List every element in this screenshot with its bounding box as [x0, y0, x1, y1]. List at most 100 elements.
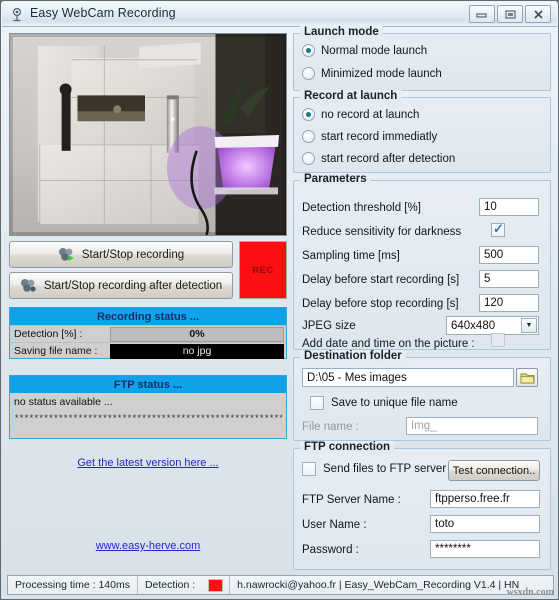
- jpeg-size-row: JPEG size: [302, 317, 356, 335]
- camera-play-icon: [58, 247, 75, 262]
- reduce-sensitivity-label: Reduce sensitivity for darkness: [302, 226, 462, 238]
- radio-record-after-detection-label: start record after detection: [321, 152, 456, 165]
- file-name-row: File name :: [302, 418, 359, 436]
- rec-indicator: REC: [239, 241, 287, 299]
- start-stop-after-detection-button[interactable]: Start/Stop recording after detection: [9, 272, 233, 299]
- recording-status-header: Recording status ...: [10, 308, 286, 325]
- detection-status-indicator: [208, 578, 224, 592]
- delay-before-start-input[interactable]: 5: [479, 270, 539, 288]
- radio-no-record-dot[interactable]: [302, 108, 315, 121]
- radio-record-after-detection-dot[interactable]: [302, 152, 315, 165]
- ftp-connection-title: FTP connection: [300, 441, 395, 453]
- detection-progress-value: 0%: [110, 326, 284, 342]
- save-unique-name-checkbox[interactable]: [310, 396, 324, 410]
- file-name-input[interactable]: Img_: [406, 417, 538, 435]
- folder-icon[interactable]: [516, 368, 538, 387]
- radio-record-immediately-label: start record immediatly: [321, 130, 438, 143]
- ftp-server-input[interactable]: ftpperso.free.fr: [430, 490, 540, 508]
- record-at-launch-title: Record at launch: [300, 90, 402, 102]
- delay-start-row: Delay before start recording [s]: [302, 271, 459, 289]
- webcam-preview: [9, 33, 287, 236]
- file-name-label: File name :: [302, 421, 359, 433]
- add-datetime-label: Add date and time on the picture :: [302, 338, 475, 350]
- ftp-status-panel: FTP status ... no status available ... *…: [9, 375, 287, 439]
- save-unique-name-row[interactable]: Save to unique file name: [310, 396, 458, 410]
- ftp-user-label: User Name :: [302, 519, 367, 531]
- send-files-checkbox[interactable]: [302, 462, 316, 476]
- start-stop-recording-label: Start/Stop recording: [81, 248, 185, 261]
- save-unique-name-label: Save to unique file name: [331, 397, 458, 409]
- saving-file-label: Saving file name :: [14, 345, 98, 357]
- maximize-icon[interactable]: [497, 5, 523, 23]
- start-stop-after-detection-label: Start/Stop recording after detection: [43, 279, 223, 292]
- status-bar: Processing time : 140ms Detection : h.na…: [7, 575, 554, 595]
- delay-before-stop-label: Delay before stop recording [s]: [302, 298, 459, 310]
- radio-record-immediately[interactable]: start record immediatly: [302, 130, 437, 143]
- webcam-image: [10, 34, 286, 235]
- recording-controls: Start/Stop recording Start/Stop recordin…: [9, 241, 287, 303]
- window-title: Easy WebCam Recording: [30, 6, 176, 20]
- ftp-status-body: no status available ... ****************…: [10, 393, 286, 424]
- send-files-label: Send files to FTP server: [323, 463, 447, 475]
- sampling-time-input[interactable]: 500: [479, 246, 539, 264]
- radio-record-immediately-dot[interactable]: [302, 130, 315, 143]
- ftp-status-separator: ****************************************…: [14, 414, 282, 424]
- latest-version-link[interactable]: Get the latest version here ...: [9, 457, 287, 469]
- minimize-icon[interactable]: [469, 5, 495, 23]
- watermark: wsxdn.com: [506, 587, 554, 598]
- destination-folder-group: Destination folder D:\05 - Mes images Sa…: [293, 350, 551, 441]
- website-link[interactable]: www.easy-herve.com: [9, 540, 287, 552]
- ftp-password-input[interactable]: ********: [430, 540, 540, 558]
- ftp-password-label: Password :: [302, 544, 359, 556]
- delay-stop-row: Delay before stop recording [s]: [302, 295, 459, 313]
- window-controls: [469, 5, 551, 23]
- chevron-down-icon[interactable]: ▼: [521, 318, 537, 333]
- parameters-title: Parameters: [300, 173, 371, 185]
- detection-label: Detection [%] :: [14, 328, 83, 340]
- detection-row: Detection [%] : 0%: [10, 325, 286, 342]
- destination-folder-title: Destination folder: [300, 350, 406, 362]
- saving-file-row: Saving file name : no jpg: [10, 342, 286, 359]
- ftp-connection-group: FTP connection Send files to FTP server …: [293, 441, 551, 570]
- webcam-icon: [10, 7, 26, 23]
- parameters-group: Parameters Detection threshold [%] 10 Re…: [293, 173, 551, 350]
- ftp-server-label: FTP Server Name :: [302, 494, 401, 506]
- launch-mode-title: Launch mode: [300, 26, 383, 38]
- add-datetime-checkbox[interactable]: [491, 333, 505, 347]
- destination-path-input[interactable]: D:\05 - Mes images: [302, 368, 514, 387]
- detection-threshold-row: Detection threshold [%]: [302, 199, 421, 217]
- sampling-time-row: Sampling time [ms]: [302, 247, 400, 265]
- radio-minimized-mode[interactable]: Minimized mode launch: [302, 67, 442, 80]
- recording-status-panel: Recording status ... Detection [%] : 0% …: [9, 307, 287, 359]
- ftp-password-row: Password :: [302, 541, 359, 559]
- saving-file-value: no jpg: [110, 343, 284, 359]
- test-connection-button[interactable]: Test connection..: [448, 460, 540, 481]
- app-window: Easy WebCam Recording Start/Stop recordi…: [0, 0, 559, 600]
- title-bar: Easy WebCam Recording: [2, 2, 557, 27]
- author-version-status: h.nawrocki@yahoo.fr | Easy_WebCam_Record…: [237, 579, 520, 591]
- radio-normal-mode-dot[interactable]: [302, 44, 315, 57]
- radio-no-record[interactable]: no record at launch: [302, 108, 419, 121]
- reduce-sensitivity-row: Reduce sensitivity for darkness: [302, 223, 461, 241]
- launch-mode-group: Launch mode Normal mode launch Minimized…: [293, 26, 551, 91]
- jpeg-size-label: JPEG size: [302, 320, 356, 332]
- ftp-status-header: FTP status ...: [10, 376, 286, 393]
- send-files-row[interactable]: Send files to FTP server: [302, 462, 446, 476]
- rec-indicator-label: REC: [252, 264, 274, 276]
- ftp-server-row: FTP Server Name :: [302, 491, 401, 509]
- radio-record-after-detection[interactable]: start record after detection: [302, 152, 455, 165]
- ftp-status-message: no status available ...: [14, 396, 113, 408]
- camera-detect-icon: [20, 278, 37, 293]
- reduce-sensitivity-checkbox[interactable]: [491, 221, 505, 237]
- jpeg-size-value: 640x480: [451, 319, 496, 332]
- radio-normal-mode[interactable]: Normal mode launch: [302, 44, 427, 57]
- start-stop-recording-button[interactable]: Start/Stop recording: [9, 241, 233, 268]
- detection-threshold-input[interactable]: 10: [479, 198, 539, 216]
- close-icon[interactable]: [525, 5, 551, 23]
- radio-minimized-mode-dot[interactable]: [302, 67, 315, 80]
- record-at-launch-group: Record at launch no record at launch sta…: [293, 90, 551, 173]
- radio-minimized-mode-label: Minimized mode launch: [321, 67, 442, 80]
- delay-before-stop-input[interactable]: 120: [479, 294, 539, 312]
- ftp-user-input[interactable]: toto: [430, 515, 540, 533]
- processing-time-status: Processing time : 140ms: [15, 579, 130, 591]
